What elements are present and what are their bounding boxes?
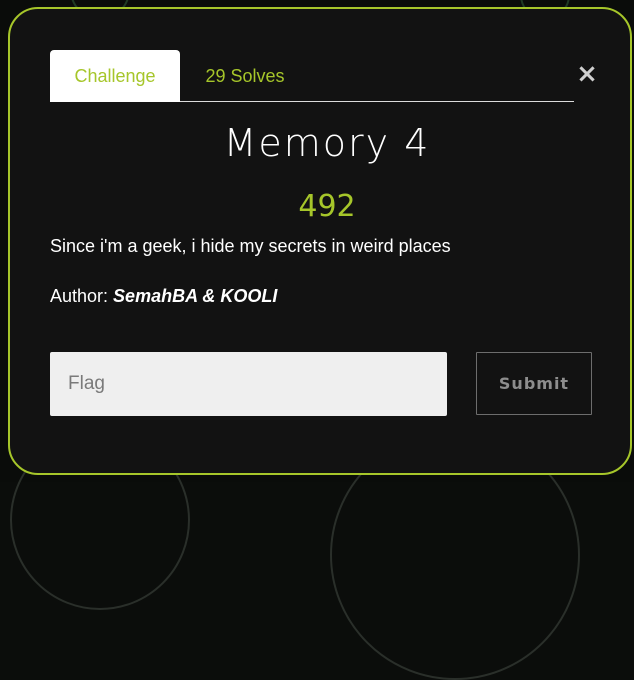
tab-challenge[interactable]: Challenge [50, 50, 180, 102]
modal-tabs: Challenge 29 Solves [50, 50, 574, 102]
challenge-points: 492 [298, 189, 356, 224]
challenge-description: Since i'm a geek, i hide my secrets in w… [50, 236, 451, 256]
challenge-title: Memory 4 [223, 121, 431, 165]
author-label: Author: [50, 286, 114, 306]
tab-solves[interactable]: 29 Solves [190, 50, 300, 102]
challenge-modal: × Challenge 29 Solves Memory 4 492 Since… [8, 7, 632, 475]
submit-button[interactable]: Submit [476, 352, 592, 415]
challenge-author: Author: SemahBA & KOOLI [50, 286, 277, 307]
close-icon[interactable]: × [574, 59, 600, 89]
flag-input[interactable] [50, 352, 447, 416]
author-name: SemahBA & KOOLI [113, 286, 278, 306]
